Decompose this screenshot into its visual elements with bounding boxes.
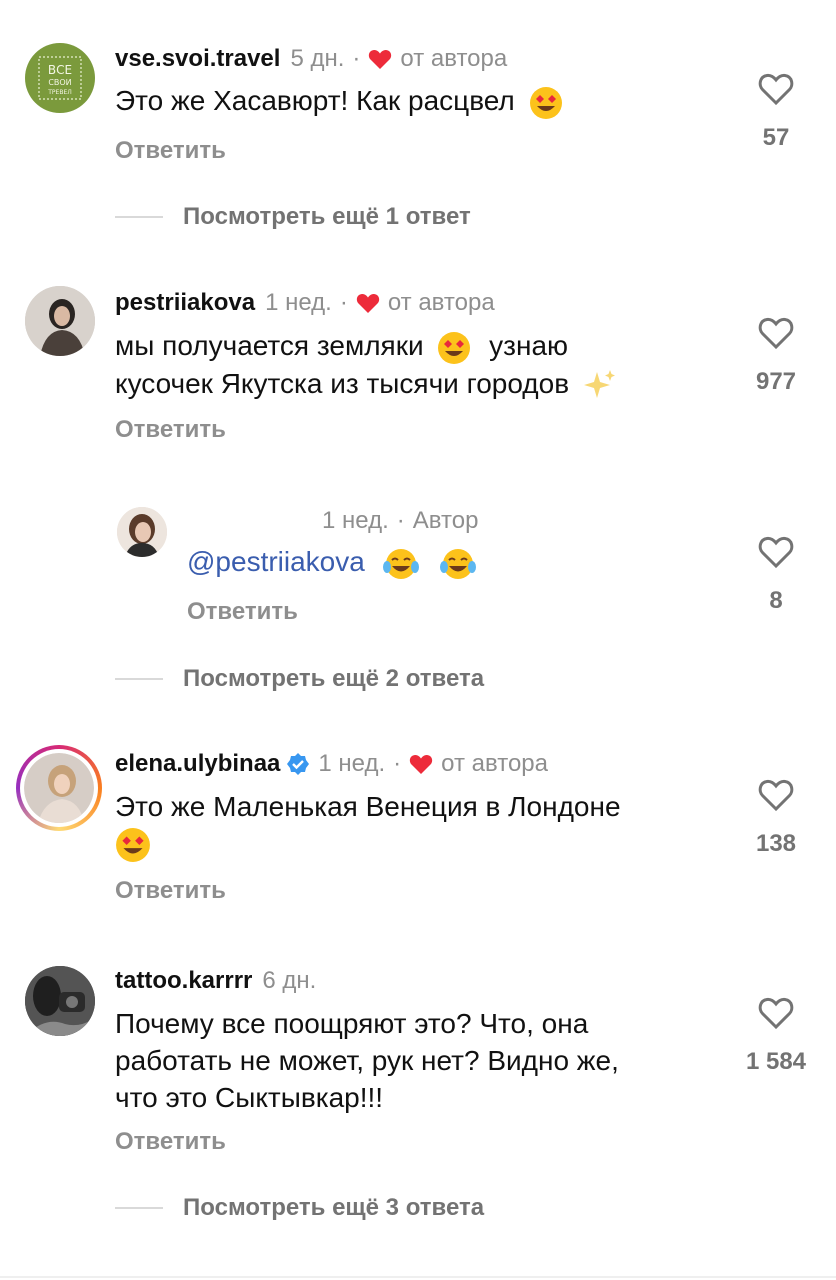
divider-line bbox=[115, 216, 163, 218]
reply-button[interactable]: Ответить bbox=[115, 877, 226, 905]
svg-text:ТРЕВЕЛ: ТРЕВЕЛ bbox=[47, 89, 72, 96]
view-more-label: Посмотреть ещё 2 ответа bbox=[183, 665, 485, 692]
timestamp: 6 дн. bbox=[262, 967, 317, 994]
heart-eyes-emoji-icon bbox=[116, 828, 150, 862]
tears-of-joy-emoji-icon bbox=[382, 548, 419, 579]
avatar[interactable]: ВСЕ СВОИ ТРЕВЕЛ bbox=[25, 43, 95, 113]
separator-dot: · bbox=[396, 507, 405, 534]
timestamp: 5 дн. bbox=[290, 45, 345, 72]
like-control: 1 584 bbox=[736, 996, 816, 1076]
like-control: 57 bbox=[736, 72, 816, 152]
comment-meta: tattoo.karrrr 6 дн. bbox=[115, 967, 316, 995]
mention-link[interactable]: @pestriiakova bbox=[187, 546, 365, 577]
like-count: 1 584 bbox=[745, 1048, 807, 1075]
view-more-label: Посмотреть ещё 1 ответ bbox=[183, 203, 471, 230]
heart-filled-icon bbox=[410, 754, 433, 774]
timestamp: 1 нед. bbox=[318, 750, 386, 777]
bottom-divider bbox=[0, 1276, 836, 1278]
user-photo-icon bbox=[117, 507, 167, 557]
heart-filled-icon bbox=[369, 49, 392, 69]
separator-dot: · bbox=[393, 750, 402, 777]
timestamp: 1 нед. bbox=[265, 289, 332, 316]
comment-text-line: что это Сыктывкар!!! bbox=[115, 1082, 384, 1113]
like-count: 138 bbox=[755, 830, 797, 857]
comment-text: Это же Маленькая Венеция в Лондоне bbox=[115, 788, 621, 863]
author-label: Автор bbox=[412, 507, 479, 534]
avatar-story-ring[interactable] bbox=[16, 745, 102, 831]
comment-text: @pestriiakova bbox=[187, 543, 477, 581]
comment-text-line: кусочек Якутска из тысячи городов bbox=[115, 365, 617, 403]
heart-outline-icon[interactable] bbox=[758, 72, 794, 106]
reply-button[interactable]: Ответить bbox=[115, 416, 226, 444]
heart-eyes-emoji-icon bbox=[438, 331, 471, 364]
view-more-label: Посмотреть ещё 3 ответа bbox=[183, 1194, 485, 1221]
like-control: 977 bbox=[736, 316, 816, 396]
timestamp: 1 нед. bbox=[322, 507, 389, 534]
username[interactable]: elena.ulybinaa bbox=[115, 750, 280, 778]
liked-by-author-label: от автора bbox=[387, 289, 495, 316]
liked-by-author-label: от автора bbox=[441, 750, 548, 777]
view-more-replies-button[interactable]: Посмотреть ещё 3 ответа bbox=[115, 1194, 484, 1222]
avatar[interactable] bbox=[117, 507, 167, 557]
avatar[interactable] bbox=[25, 966, 95, 1036]
comment-text-line: работать не может, рук нет? Видно же, bbox=[115, 1045, 619, 1076]
view-more-replies-button[interactable]: Посмотреть ещё 2 ответа bbox=[115, 665, 484, 693]
username[interactable]: vse.svoi.travel bbox=[115, 45, 280, 73]
sparkles-emoji-icon bbox=[583, 370, 615, 399]
heart-outline-icon[interactable] bbox=[758, 996, 794, 1030]
like-count: 977 bbox=[755, 368, 797, 395]
liked-by-author-label: от автора bbox=[400, 45, 508, 72]
svg-text:ВСЕ: ВСЕ bbox=[48, 63, 72, 77]
comment-text-line: Почему все поощряют это? Что, она bbox=[115, 1008, 589, 1039]
reply-button[interactable]: Ответить bbox=[187, 598, 298, 626]
heart-outline-icon[interactable] bbox=[758, 778, 794, 812]
username[interactable]: pestriiakova bbox=[115, 289, 255, 317]
divider-line bbox=[115, 678, 163, 680]
like-count: 8 bbox=[769, 587, 783, 614]
avatar[interactable] bbox=[25, 286, 95, 356]
user-photo-icon bbox=[25, 966, 95, 1036]
comment-meta: vse.svoi.travel 5 дн. · от автора bbox=[115, 45, 507, 73]
comment-text: мы получается земляки узнаю кусочек Якут… bbox=[115, 327, 617, 402]
username[interactable]: tattoo.karrrr bbox=[115, 967, 252, 995]
like-control: 138 bbox=[736, 778, 816, 858]
svg-text:СВОИ: СВОИ bbox=[48, 78, 71, 87]
reply-button[interactable]: Ответить bbox=[115, 137, 226, 165]
user-photo-icon bbox=[24, 753, 94, 823]
verified-badge-icon bbox=[287, 753, 310, 775]
comment-text: Это же Хасавюрт! Как расцвел bbox=[115, 82, 563, 120]
tears-of-joy-emoji-icon bbox=[440, 548, 477, 579]
heart-filled-icon bbox=[356, 293, 380, 313]
like-count: 57 bbox=[762, 124, 790, 151]
comment-text-line: мы получается земляки узнаю bbox=[115, 327, 617, 365]
comment-meta: elena.ulybinaa 1 нед. · от автора bbox=[115, 750, 548, 778]
comment-text-content: мы получается земляки bbox=[115, 330, 424, 361]
comment-text-content: Это же Маленькая Венеция в Лондоне bbox=[115, 791, 621, 822]
user-photo-icon bbox=[25, 286, 95, 356]
heart-outline-icon[interactable] bbox=[758, 535, 794, 569]
comment-meta: pestriiakova 1 нед. · от автора bbox=[115, 289, 495, 317]
reply-button[interactable]: Ответить bbox=[115, 1128, 226, 1156]
divider-line bbox=[115, 1207, 163, 1209]
heart-eyes-emoji-icon bbox=[529, 86, 562, 119]
view-more-replies-button[interactable]: Посмотреть ещё 1 ответ bbox=[115, 203, 471, 231]
comment-text-content: узнаю bbox=[489, 330, 569, 361]
comment-text-content: кусочек Якутска из тысячи городов bbox=[115, 367, 570, 399]
separator-dot: · bbox=[352, 45, 361, 72]
like-control: 8 bbox=[736, 535, 816, 615]
comment-text-content: Это же Хасавюрт! Как расцвел bbox=[115, 85, 515, 116]
comment-meta: 1 нед. · Автор bbox=[322, 507, 478, 535]
separator-dot: · bbox=[339, 289, 348, 316]
heart-outline-icon[interactable] bbox=[758, 316, 794, 350]
brand-logo-icon: ВСЕ СВОИ ТРЕВЕЛ bbox=[38, 56, 82, 100]
comment-text: Почему все поощряют это? Что, она работа… bbox=[115, 1005, 619, 1116]
